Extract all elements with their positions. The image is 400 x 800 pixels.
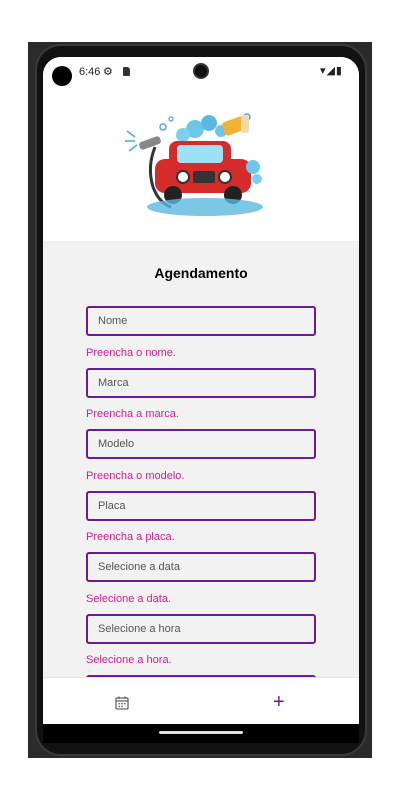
car-wash-illustration: [125, 113, 263, 216]
brand-field-placeholder: Marca: [98, 377, 129, 389]
form-title: Agendamento: [154, 265, 248, 281]
name-error: Preencha o nome.: [86, 347, 176, 359]
status-bar: 6:46 ⚙ ▾◢▮: [43, 57, 359, 87]
plate-field-placeholder: Placa: [98, 500, 126, 512]
calendar-icon[interactable]: [115, 696, 129, 710]
plus-icon[interactable]: +: [273, 691, 285, 714]
plate-error: Preencha a placa.: [86, 531, 175, 543]
hero-image-area: [43, 87, 359, 241]
name-field[interactable]: Nome: [86, 306, 316, 336]
brand-error: Preencha a marca.: [86, 408, 179, 420]
bottom-navigation: +: [43, 677, 359, 724]
camera-cutout: [193, 63, 209, 79]
settings-gear-icon: ⚙: [103, 66, 113, 78]
home-indicator[interactable]: [159, 731, 243, 734]
brand-field[interactable]: Marca: [86, 368, 316, 398]
date-field[interactable]: Selecione a data: [86, 552, 316, 582]
name-field-placeholder: Nome: [98, 315, 128, 327]
app-screen: 6:46 ⚙ ▾◢▮ Agendamento Nome Preencha o n…: [43, 57, 359, 743]
model-field[interactable]: Modelo: [86, 429, 316, 459]
model-field-placeholder: Modelo: [98, 438, 135, 450]
sd-card-icon: [123, 67, 130, 76]
time-field-placeholder: Selecione a hora: [98, 623, 181, 635]
signal-battery-icons: ▾◢▮: [319, 65, 343, 77]
time-error: Selecione a hora.: [86, 654, 172, 666]
front-camera-dot: [52, 66, 72, 86]
time-field[interactable]: Selecione a hora: [86, 614, 316, 644]
plate-field[interactable]: Placa: [86, 491, 316, 521]
date-error: Selecione a data.: [86, 593, 172, 605]
date-field-placeholder: Selecione a data: [98, 561, 180, 573]
model-error: Preencha o modelo.: [86, 470, 185, 482]
status-time: 6:46: [79, 66, 101, 78]
gesture-bar: [43, 724, 359, 743]
